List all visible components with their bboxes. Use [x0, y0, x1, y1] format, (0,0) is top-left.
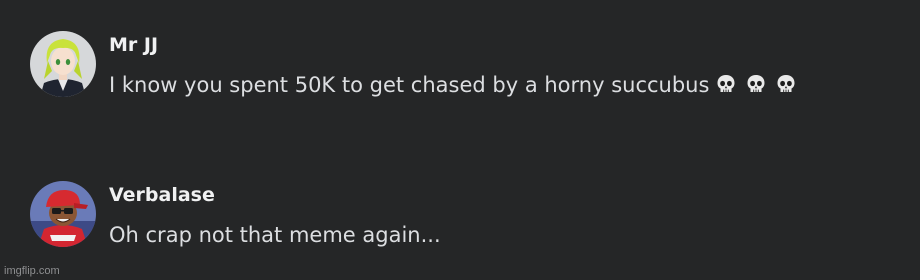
skull-icon	[775, 73, 797, 103]
chat-message: Mr JJ I know you spent 50K to get chased…	[30, 31, 805, 103]
message-content: Verbalase Oh crap not that meme again...	[109, 181, 441, 250]
chat-message: Verbalase Oh crap not that meme again...	[30, 181, 441, 250]
username[interactable]: Verbalase	[109, 183, 441, 207]
message-text: Oh crap not that meme again...	[109, 223, 441, 247]
anime-character-avatar-icon	[30, 31, 96, 97]
emoji-group	[715, 73, 805, 103]
skull-icon	[715, 73, 737, 103]
cartoon-character-avatar-icon	[30, 181, 96, 247]
message-text: I know you spent 50K to get chased by a …	[109, 70, 805, 103]
message-content: Mr JJ I know you spent 50K to get chased…	[109, 31, 805, 103]
skull-icon	[745, 73, 767, 103]
avatar[interactable]	[30, 31, 96, 97]
message-body: I know you spent 50K to get chased by a …	[109, 73, 710, 97]
username[interactable]: Mr JJ	[109, 33, 805, 57]
avatar[interactable]	[30, 181, 96, 247]
watermark: imgflip.com	[4, 265, 60, 277]
